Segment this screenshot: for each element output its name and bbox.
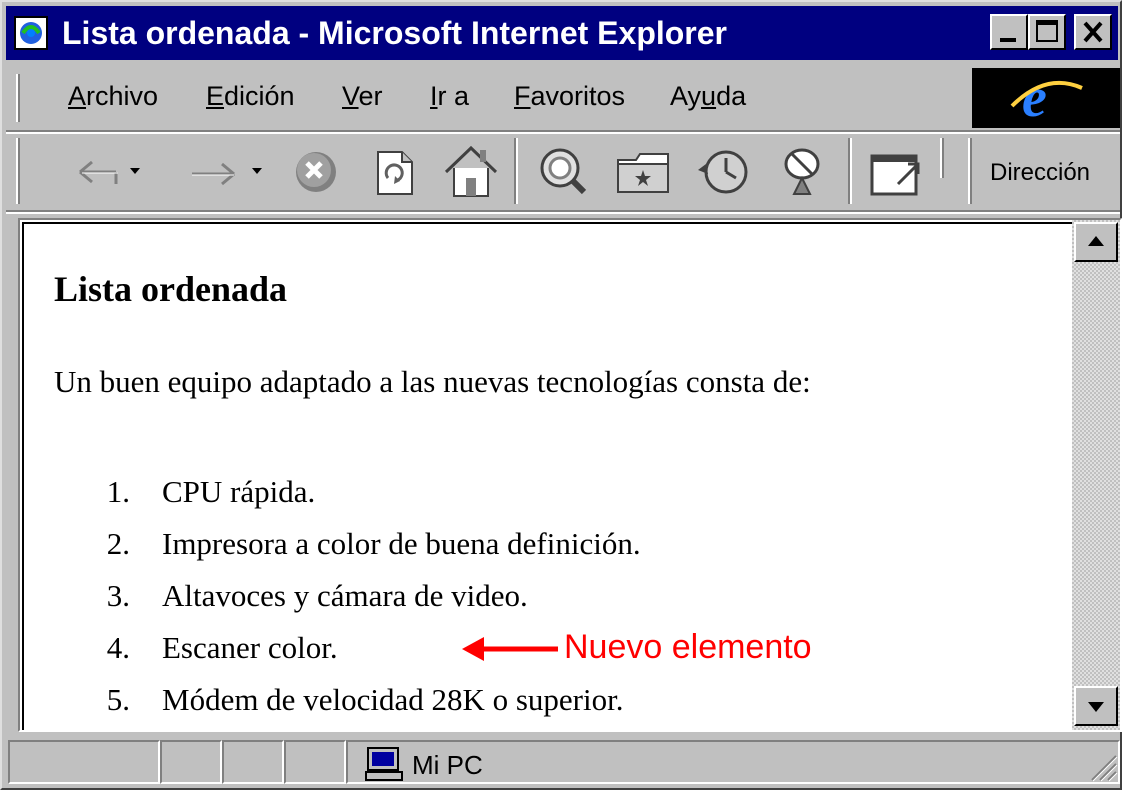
search-icon [540,148,587,195]
address-grip[interactable] [968,138,972,204]
arrow-down-icon [1088,702,1104,712]
stop-icon [296,152,336,192]
menu-ver-rest: er [358,81,383,111]
computer-icon [365,747,403,781]
list-item: Impresora a color de buena definición. [162,526,641,561]
svg-text:e: e [1022,68,1047,128]
address-label: Dirección [990,159,1091,186]
status-pane [284,740,346,784]
status-zone-label: Mi PC [412,750,483,780]
menu-edicion[interactable]: Edición [206,80,295,112]
title-bar[interactable]: Lista ordenada - Microsoft Internet Expl… [6,6,1118,60]
list-item-number: 2. [106,526,130,561]
stop-button[interactable] [286,134,346,210]
menu-ayuda[interactable]: Ayuda [670,80,746,112]
list-item-number: 3. [106,578,130,613]
home-button[interactable] [436,134,506,210]
favorites-folder-icon [617,153,669,193]
vertical-scrollbar[interactable] [1072,220,1120,730]
menu-ayuda-pre: Ay [670,81,702,111]
status-pane-main [8,740,160,784]
window-title: Lista ordenada - Microsoft Internet Expl… [62,15,727,51]
list-item: CPU rápida. [162,474,316,509]
resize-grip-icon[interactable] [1086,750,1118,782]
list-item-number: 4. [106,630,130,665]
ie-document-icon [14,16,48,50]
menu-ver[interactable]: Ver [342,80,383,112]
back-button[interactable] [66,134,158,210]
minimize-button[interactable] [990,14,1028,50]
history-icon [698,150,748,194]
maximize-button[interactable] [1028,14,1066,50]
toolbar-separator-2 [848,138,852,204]
search-button[interactable] [526,134,600,210]
toolbar-separator [514,138,518,204]
scroll-up-button[interactable] [1074,222,1118,262]
scroll-down-button[interactable] [1074,686,1118,726]
refresh-button[interactable] [362,134,426,210]
menu-favoritos-rest: avoritos [530,81,626,111]
menu-archivo[interactable]: Archivo [68,80,158,112]
ie-logo: e [972,67,1120,129]
toolbar-grip[interactable] [16,138,20,204]
list-item: Altavoces y cámara de video. [162,578,528,613]
browser-window: Lista ordenada - Microsoft Internet Expl… [0,0,1122,790]
refresh-icon [377,151,413,195]
channels-button[interactable] [770,134,840,210]
page-viewport[interactable]: Lista ordenada Un buen equipo adaptado a… [18,218,1122,732]
fullscreen-button[interactable] [862,134,932,210]
toolbar-separator-bottom [6,210,1120,214]
menu-ir-a[interactable]: Ir a [430,80,469,112]
toolbar [6,134,1120,210]
status-pane [222,740,284,784]
menu-ayuda-rest: da [716,81,747,111]
menu-edicion-rest: dición [224,81,295,111]
toolbar-end-grip [940,138,944,178]
page-body: Lista ordenada Un buen equipo adaptado a… [22,222,1074,730]
list-item: Módem de velocidad 28K o superior. [162,682,624,717]
back-arrow-icon [79,160,140,184]
annotation-arrow-icon [462,637,558,661]
menu-bar: Archivo Edición Ver Ir a Favoritos Ayuda [6,66,968,128]
close-button[interactable] [1074,14,1112,50]
menu-favoritos[interactable]: Favoritos [514,80,625,112]
menu-archivo-rest: rchivo [86,81,159,111]
channels-satellite-icon [784,148,820,195]
list-item: Escaner color. [162,630,338,665]
forward-arrow-icon [192,162,262,186]
page-title: Lista ordenada [54,269,288,309]
arrow-up-icon [1088,236,1104,246]
annotation-label: Nuevo elemento [564,628,812,666]
menu-ir-a-rest: r a [437,81,470,111]
favorites-button[interactable] [610,134,680,210]
menubar-grip[interactable] [16,74,20,122]
list-item-number: 1. [106,474,130,509]
history-button[interactable] [692,134,762,210]
list-item-number: 5. [106,682,130,717]
forward-button[interactable] [178,134,278,210]
status-pane [160,740,222,784]
fullscreen-icon [870,154,920,196]
home-icon [444,145,498,197]
status-bar [4,738,1120,788]
page-intro: Un buen equipo adaptado a las nuevas tec… [54,364,811,399]
